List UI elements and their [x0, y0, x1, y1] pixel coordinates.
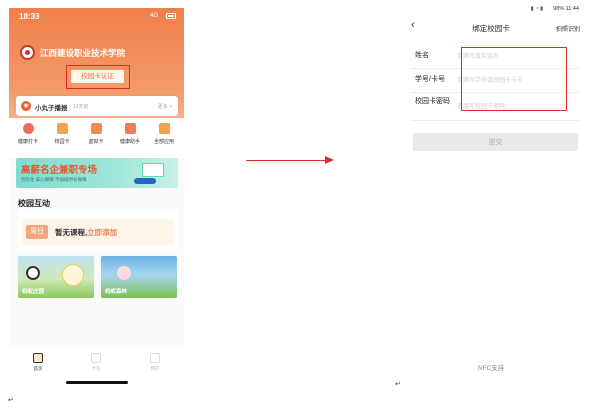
- card-password-input[interactable]: [457, 101, 569, 113]
- network-indicator: 4G: [149, 13, 158, 19]
- notice-time: 12天前: [73, 104, 89, 110]
- chicken-illustration-icon: [62, 264, 84, 286]
- schedule-card: 周日 暂无课程,立即添加: [18, 211, 178, 251]
- laptop-illustration-icon: [142, 163, 164, 177]
- app-virtual-card[interactable]: 虚拟卡: [81, 123, 111, 145]
- app-label: 虚拟卡: [88, 139, 104, 145]
- tab-profile[interactable]: 我的: [140, 353, 170, 372]
- cow-illustration-icon: [26, 266, 40, 280]
- job-banner[interactable]: 高薪名企兼职专场 包吃住 安心保障 不加班时长保障: [16, 158, 178, 188]
- screenshot-canvas: 18:33 4G 江西建设职业技术学院 校园卡认证 ◉ 小丸子播报 12天前 更…: [0, 0, 589, 411]
- name-row: 姓名: [411, 45, 579, 69]
- weekday-badge: 周日: [26, 225, 48, 239]
- tile-label: 蚂蚁森林: [105, 289, 128, 295]
- notice-bar[interactable]: ◉ 小丸子播报 12天前 更多 >: [16, 96, 178, 116]
- card-password-label: 校园卡密码: [415, 98, 450, 105]
- schedule-inner: 周日 暂无课程,立即添加: [22, 219, 174, 245]
- campus-card-auth-button[interactable]: 校园卡认证: [71, 70, 124, 83]
- no-course-text: 暂无课程,: [55, 228, 88, 237]
- tab-card-wallet[interactable]: 卡包: [81, 353, 111, 372]
- name-input[interactable]: [457, 51, 569, 63]
- student-id-row: 学号/卡号: [411, 69, 579, 93]
- school-header: 江西建设职业技术学院: [20, 44, 180, 62]
- school-logo-icon: [20, 45, 35, 60]
- signal-wifi-icon: ▮ ◔ ▮: [530, 6, 543, 12]
- tile-label: 蚂蚁庄园: [22, 289, 45, 295]
- home-indicator[interactable]: [66, 381, 128, 384]
- section-title: 校园互动: [18, 199, 50, 208]
- app-label: 健康助手: [119, 139, 140, 145]
- campus-card-highlight: 校园卡认证: [66, 65, 130, 89]
- user-icon: [150, 353, 160, 363]
- status-time: 18:33: [19, 12, 40, 21]
- add-course-link[interactable]: 立即添加: [87, 228, 117, 237]
- submit-button[interactable]: 提交: [413, 133, 578, 151]
- student-id-input[interactable]: [457, 75, 569, 87]
- ant-farm-tile[interactable]: 蚂蚁庄园: [18, 256, 94, 298]
- right-phone-screen: ▮ ◔ ▮ 98% 11:44 ‹ 绑定校园卡 拍照识别 姓名 学号/卡号 校园…: [397, 3, 585, 386]
- name-label: 姓名: [415, 52, 429, 59]
- paragraph-mark-2: ↵: [395, 381, 401, 388]
- tab-label: 首页: [33, 366, 43, 371]
- left-phone-screen: 18:33 4G 江西建设职业技术学院 校园卡认证 ◉ 小丸子播报 12天前 更…: [9, 8, 184, 386]
- app-campus-card[interactable]: 校园卡: [47, 123, 77, 145]
- wallet-icon: [91, 353, 101, 363]
- banner-title: 高薪名企兼职专场: [21, 165, 98, 176]
- heart-icon: [22, 123, 34, 134]
- paragraph-mark-1: ↵: [8, 397, 14, 404]
- card-password-row: 校园卡密码: [411, 93, 579, 121]
- tab-label: 卡包: [91, 366, 101, 371]
- home-icon: [33, 353, 43, 363]
- status-bar: 18:33 4G: [9, 8, 184, 26]
- tree-illustration-icon: [117, 266, 131, 280]
- health-assistant-icon: [124, 123, 136, 134]
- tab-label: 我的: [150, 366, 160, 371]
- battery-percent: 98%: [553, 6, 565, 12]
- app-health-checkin[interactable]: 健康打卡: [13, 123, 43, 145]
- notice-more-link[interactable]: 更多 >: [158, 103, 172, 110]
- tab-home[interactable]: 首页: [23, 353, 53, 372]
- notice-title: 小丸子播报: [35, 105, 68, 112]
- school-name: 江西建设职业技术学院: [40, 48, 126, 58]
- arrow-right-icon: [325, 156, 334, 164]
- app-health-assistant[interactable]: 健康助手: [115, 123, 145, 145]
- app-all-apps[interactable]: 全部应用: [149, 123, 179, 145]
- battery-icon: [166, 13, 176, 19]
- app-label: 全部应用: [153, 139, 174, 145]
- app-label: 校园卡: [54, 139, 70, 145]
- nfc-support-label: NFC支持: [477, 365, 505, 372]
- quick-apps-row: 健康打卡 校园卡 虚拟卡 健康助手 全部应用: [9, 120, 184, 158]
- banner-badge: [134, 178, 156, 184]
- status-time: 11:44: [565, 6, 579, 12]
- megaphone-icon: ◉: [21, 101, 31, 111]
- grid-icon: [158, 123, 170, 134]
- banner-subtitle: 包吃住 安心保障 不加班时长保障: [21, 177, 87, 182]
- photo-recognize-button[interactable]: 拍照识别: [556, 24, 580, 33]
- ant-forest-tile[interactable]: 蚂蚁森林: [101, 256, 177, 298]
- student-id-label: 学号/卡号: [415, 76, 445, 83]
- card-icon: [56, 123, 68, 134]
- app-label: 健康打卡: [17, 139, 38, 145]
- schedule-text: 暂无课程,立即添加: [55, 227, 117, 238]
- status-bar-right: 98% 11:44: [553, 6, 579, 12]
- arrow-line: [246, 160, 330, 161]
- virtual-card-icon: [90, 123, 102, 134]
